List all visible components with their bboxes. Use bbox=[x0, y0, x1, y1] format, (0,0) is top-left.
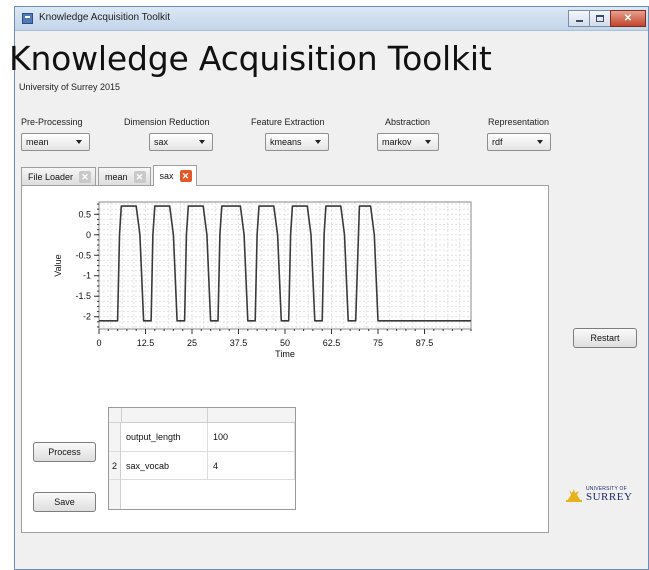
maximize-button[interactable] bbox=[589, 10, 611, 27]
tab-bar: File Loader ✕ mean ✕ sax ✕ bbox=[21, 165, 199, 186]
app-window-icon bbox=[22, 13, 33, 24]
representation-select[interactable]: rdf bbox=[487, 133, 551, 151]
x-axis-label: Time bbox=[275, 349, 295, 359]
x-tick-label: 37.5 bbox=[230, 338, 248, 348]
y-tick-label: 0 bbox=[86, 230, 91, 240]
y-tick-label: -1 bbox=[83, 271, 91, 281]
y-tick-label: -2 bbox=[83, 312, 91, 322]
logo-text: UNIVERSITY OF SURREY bbox=[586, 487, 632, 503]
y-tick-label: -0.5 bbox=[75, 250, 91, 260]
tab-label: File Loader bbox=[28, 172, 74, 182]
restart-button[interactable]: Restart bbox=[573, 328, 637, 348]
param-value-cell[interactable]: 100 bbox=[208, 423, 295, 452]
window-controls: ✕ bbox=[568, 10, 646, 27]
x-tick-label: 62.5 bbox=[323, 338, 341, 348]
minimize-button[interactable] bbox=[568, 10, 590, 27]
university-logo: UNIVERSITY OF SURREY bbox=[565, 486, 632, 504]
close-icon[interactable]: ✕ bbox=[179, 170, 192, 182]
table-header-key bbox=[122, 408, 208, 423]
representation-value: rdf bbox=[492, 137, 503, 147]
app-subtitle: University of Surrey 2015 bbox=[19, 82, 121, 92]
tab-sax[interactable]: sax ✕ bbox=[152, 165, 197, 186]
x-tick-label: 87.5 bbox=[416, 338, 434, 348]
close-icon: ✕ bbox=[623, 13, 633, 24]
feature-extraction-value: kmeans bbox=[270, 137, 302, 147]
abstraction-label: Abstraction bbox=[385, 117, 431, 127]
chart-grid bbox=[98, 202, 472, 329]
row-index-empty bbox=[109, 480, 121, 509]
sax-chart-svg: 0 12.5 25 37.5 50 62.5 75 87.50.50-0.5-1-1.5-2 … bbox=[53, 201, 472, 359]
close-window-button[interactable]: ✕ bbox=[610, 10, 646, 27]
title-bar[interactable]: Knowledge Acquisition Toolkit ✕ bbox=[15, 7, 648, 31]
chevron-down-icon bbox=[76, 140, 82, 144]
pre-processing-select[interactable]: mean bbox=[21, 133, 90, 151]
param-value-cell[interactable]: 4 bbox=[208, 452, 295, 480]
tab-label: sax bbox=[159, 171, 174, 181]
minimize-icon bbox=[575, 20, 583, 22]
pre-processing-label: Pre-Processing bbox=[21, 117, 83, 127]
feature-extraction-select[interactable]: kmeans bbox=[265, 133, 329, 151]
tab-file-loader[interactable]: File Loader ✕ bbox=[21, 167, 97, 186]
dimension-reduction-value: sax bbox=[154, 137, 169, 147]
x-tick-label: 50 bbox=[280, 338, 290, 348]
param-key-cell[interactable]: output_length bbox=[121, 423, 208, 452]
y-tick-label: 0.5 bbox=[78, 209, 91, 219]
chevron-down-icon bbox=[199, 140, 205, 144]
sax-chart: 0 12.5 25 37.5 50 62.5 75 87.5 0.5 0 -0.5 -1 -1.5 -2 … bbox=[25, 195, 485, 380]
app-title: Knowledge Acquisition Toolkit bbox=[9, 39, 492, 78]
representation-label: Representation bbox=[488, 117, 550, 127]
abstraction-value: markov bbox=[382, 137, 412, 147]
y-tick-label: -1.5 bbox=[75, 291, 91, 301]
param-key-cell[interactable]: sax_vocab bbox=[121, 452, 208, 480]
row-index: 2 bbox=[109, 452, 121, 480]
tab-mean[interactable]: mean ✕ bbox=[98, 167, 151, 186]
x-tick-label: 75 bbox=[373, 338, 383, 348]
window-title: Knowledge Acquisition Toolkit bbox=[39, 12, 171, 23]
logo-text-main: SURREY bbox=[586, 491, 633, 503]
close-icon[interactable]: ✕ bbox=[133, 171, 146, 183]
stag-seal-icon bbox=[566, 489, 582, 502]
y-axis-label: Value bbox=[53, 254, 63, 276]
dimension-reduction-select[interactable]: sax bbox=[149, 133, 213, 151]
table-header bbox=[109, 408, 295, 423]
feature-extraction-label: Feature Extraction bbox=[251, 117, 325, 127]
tab-label: mean bbox=[105, 172, 128, 182]
pre-processing-value: mean bbox=[26, 137, 49, 147]
process-button[interactable]: Process bbox=[33, 442, 96, 462]
x-tick-label: 0 bbox=[96, 338, 101, 348]
save-button[interactable]: Save bbox=[33, 492, 96, 512]
close-icon[interactable]: ✕ bbox=[79, 171, 92, 183]
table-header-value bbox=[208, 408, 295, 423]
chevron-down-icon bbox=[425, 140, 431, 144]
dimension-reduction-label: Dimension Reduction bbox=[124, 117, 210, 127]
x-tick-label: 25 bbox=[187, 338, 197, 348]
table-corner bbox=[109, 408, 122, 423]
x-tick-label: 12.5 bbox=[137, 338, 155, 348]
chevron-down-icon bbox=[537, 140, 543, 144]
maximize-icon bbox=[596, 15, 604, 22]
abstraction-select[interactable]: markov bbox=[377, 133, 439, 151]
chevron-down-icon bbox=[315, 140, 321, 144]
params-table: output_length 100 2 sax_vocab 4 bbox=[108, 407, 296, 510]
row-index bbox=[109, 423, 121, 452]
